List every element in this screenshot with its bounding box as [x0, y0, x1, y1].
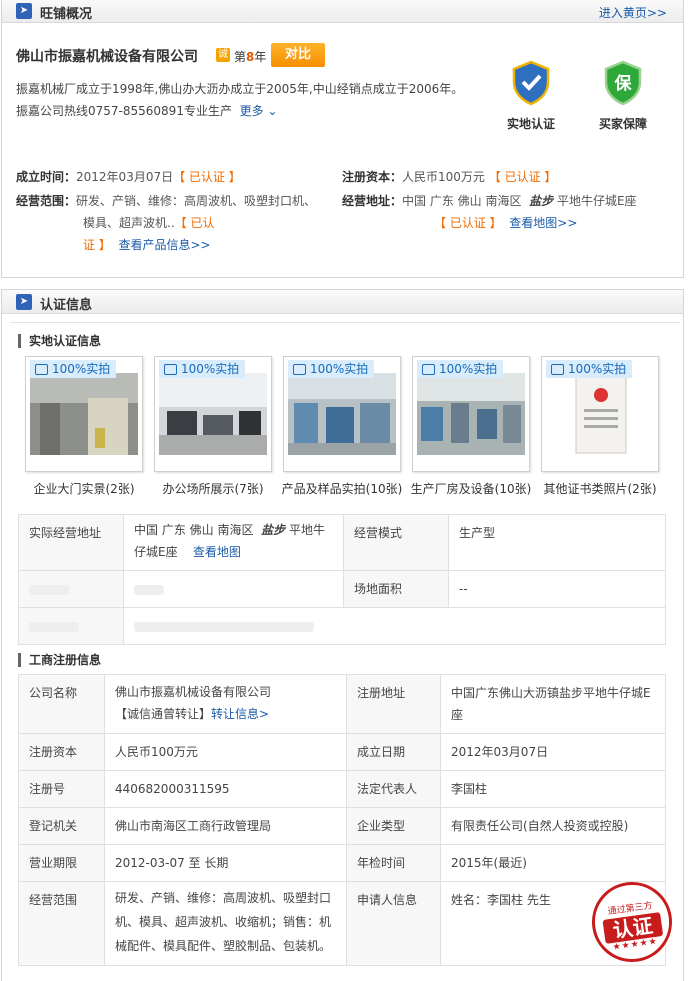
certificate-photo-image	[546, 373, 654, 455]
table-label	[18, 607, 124, 645]
table-row: 公司名称 佛山市振嘉机械设备有限公司 【诚信通曾转让】转让信息> 注册地址 中国…	[18, 674, 666, 734]
photo-caption[interactable]: 其他证书类照片(2张)	[530, 480, 670, 497]
table-cell: 有限责任公司(自然人投资或控股)	[440, 807, 666, 845]
photo-office[interactable]: 100%实拍	[154, 356, 272, 472]
table-cell	[123, 570, 344, 608]
table-cell: 佛山市南海区工商行政管理局	[104, 807, 347, 845]
table-cell: 人民币100万元	[104, 733, 347, 771]
founded-row: 成立时间：2012年03月07日【 已认证 】	[16, 170, 241, 184]
table-cell: 中国广东佛山大沥镇盐步平地牛仔城E座	[440, 674, 666, 734]
office-photo-image	[159, 373, 267, 455]
compare-button[interactable]: 对比	[271, 43, 325, 67]
table-label: 法定代表人	[346, 770, 441, 808]
photo-tag: 100%实拍	[417, 360, 504, 378]
section-arrow-icon: ➤	[16, 294, 32, 310]
onsite-shield-icon	[512, 60, 550, 106]
table-label: 注册地址	[346, 674, 441, 734]
table-label: 登记机关	[18, 807, 105, 845]
capital-row: 注册资本：人民币100万元 【 已认证 】	[342, 170, 557, 184]
table-label: 场地面积	[343, 570, 449, 608]
photo-tag: 100%实拍	[159, 360, 246, 378]
site-address: 中国 广东 佛山 南海区 盐步 平地牛 仔城E座 查看地图	[123, 514, 344, 571]
divider	[10, 322, 680, 323]
view-map-link[interactable]: 查看地图>>	[509, 216, 577, 230]
buyer-shield-icon: 保	[604, 60, 642, 106]
view-products-link[interactable]: 查看产品信息>>	[118, 238, 210, 252]
photo-caption[interactable]: 产品及样品实拍(10张)	[272, 480, 412, 497]
table-cell: --	[448, 570, 666, 608]
cert-header: ➤ 认证信息	[2, 290, 683, 314]
table-row: 营业期限 2012-03-07 至 长期 年检时间 2015年(最近)	[18, 844, 666, 882]
table-row: 注册号 440682000311595 法定代表人 李国柱	[18, 770, 666, 808]
table-cell: 生产型	[448, 514, 666, 571]
table-label: 企业类型	[346, 807, 441, 845]
membership-years: 第8年	[234, 50, 267, 64]
photo-products[interactable]: 100%实拍	[283, 356, 401, 472]
photo-tag: 100%实拍	[288, 360, 375, 378]
table-label: 成立日期	[346, 733, 441, 771]
onsite-section-title: 实地认证信息	[18, 334, 101, 348]
table-cell	[123, 607, 666, 645]
photo-factory[interactable]: 100%实拍	[412, 356, 530, 472]
table-label: 申请人信息	[346, 881, 441, 966]
site-view-map-link[interactable]: 查看地图	[193, 545, 241, 559]
overview-header: ➤ 旺铺概况 进入黄页>>	[2, 0, 683, 23]
onsite-cert-label: 实地认证	[506, 117, 555, 131]
table-cell: 李国柱	[440, 770, 666, 808]
table-label: 注册资本	[18, 733, 105, 771]
photo-caption[interactable]: 企业大门实景(2张)	[14, 480, 154, 497]
overview-title: 旺铺概况	[40, 7, 93, 22]
photo-tag: 100%实拍	[30, 360, 117, 378]
company-name: 佛山市振嘉机械设备有限公司	[16, 49, 198, 65]
transfer-info-link[interactable]: 转让信息>	[211, 707, 269, 721]
table-label: 公司名称	[18, 674, 105, 734]
table-cell: 2012年03月07日	[440, 733, 666, 771]
factory-photo-image	[417, 373, 525, 455]
buyer-protection-badge[interactable]: 保 买家保障	[592, 60, 654, 132]
address-row: 经营地址：中国 广东 佛山 南海区 盐步 平地牛仔城E座 【 已认证 】 查看地…	[342, 194, 637, 230]
onsite-cert-badge[interactable]: 实地认证	[500, 60, 562, 132]
photo-tag: 100%实拍	[546, 360, 633, 378]
intro-line-1: 振嘉机械厂成立于1998年,佛山办大沥办成立于2005年,中山经销点成立于200…	[16, 82, 464, 96]
scope-row: 经营范围：研发、产销、维修：高周波机、吸塑封口机、 模具、超声波机..【 已认 …	[16, 194, 317, 252]
table-label: 经营范围	[18, 881, 105, 966]
biz-section-title: 工商注册信息	[18, 653, 101, 667]
photo-caption[interactable]: 生产厂房及设备(10张)	[401, 480, 541, 497]
chevron-down-icon: ⌄	[263, 104, 278, 118]
svg-text:保: 保	[614, 73, 633, 94]
table-label: 实际经营地址	[18, 514, 124, 571]
table-cell: 2012-03-07 至 长期	[104, 844, 347, 882]
more-link[interactable]: 更多 ⌄	[240, 104, 278, 118]
photo-certificates[interactable]: 100%实拍	[541, 356, 659, 472]
table-cell: 440682000311595	[104, 770, 347, 808]
photo-gate[interactable]: 100%实拍	[25, 356, 143, 472]
biz-scope-cell: 研发、产销、维修：高周波机、吸塑封口 机、模具、超声波机、收缩机；销售：机 械配件、…	[104, 881, 347, 966]
table-row: 经营范围 研发、产销、维修：高周波机、吸塑封口 机、模具、超声波机、收缩机；销售：…	[18, 881, 666, 966]
section-arrow-icon: ➤	[16, 3, 32, 19]
products-photo-image	[288, 373, 396, 455]
table-label: 年检时间	[346, 844, 441, 882]
table-label	[18, 570, 124, 608]
biz-reg-table: 公司名称 佛山市振嘉机械设备有限公司 【诚信通曾转让】转让信息> 注册地址 中国…	[18, 674, 666, 966]
table-cell: 2015年(最近)	[440, 844, 666, 882]
table-label: 营业期限	[18, 844, 105, 882]
table-label: 注册号	[18, 770, 105, 808]
table-row	[18, 607, 666, 645]
photo-caption[interactable]: 办公场所展示(7张)	[143, 480, 283, 497]
table-row: 实际经营地址 中国 广东 佛山 南海区 盐步 平地牛 仔城E座 查看地图 经营模…	[18, 514, 666, 571]
table-row: 注册资本 人民币100万元 成立日期 2012年03月07日	[18, 733, 666, 771]
gate-photo-image	[30, 373, 138, 455]
table-label: 经营模式	[343, 514, 449, 571]
buyer-protection-label: 买家保障	[598, 117, 647, 131]
site-info-table: 实际经营地址 中国 广东 佛山 南海区 盐步 平地牛 仔城E座 查看地图 经营模…	[18, 514, 666, 645]
table-row: 场地面积 --	[18, 570, 666, 608]
intro-line-2: 振嘉公司热线0757-85560891专业生产 更多 ⌄	[16, 104, 278, 118]
table-row: 登记机关 佛山市南海区工商行政管理局 企业类型 有限责任公司(自然人投资或控股)	[18, 807, 666, 845]
company-name-cell: 佛山市振嘉机械设备有限公司 【诚信通曾转让】转让信息>	[104, 674, 347, 734]
enter-shop-link[interactable]: 进入黄页>>	[599, 4, 667, 21]
cheng-badge-icon: 诚	[216, 48, 230, 62]
cert-title: 认证信息	[40, 298, 93, 313]
